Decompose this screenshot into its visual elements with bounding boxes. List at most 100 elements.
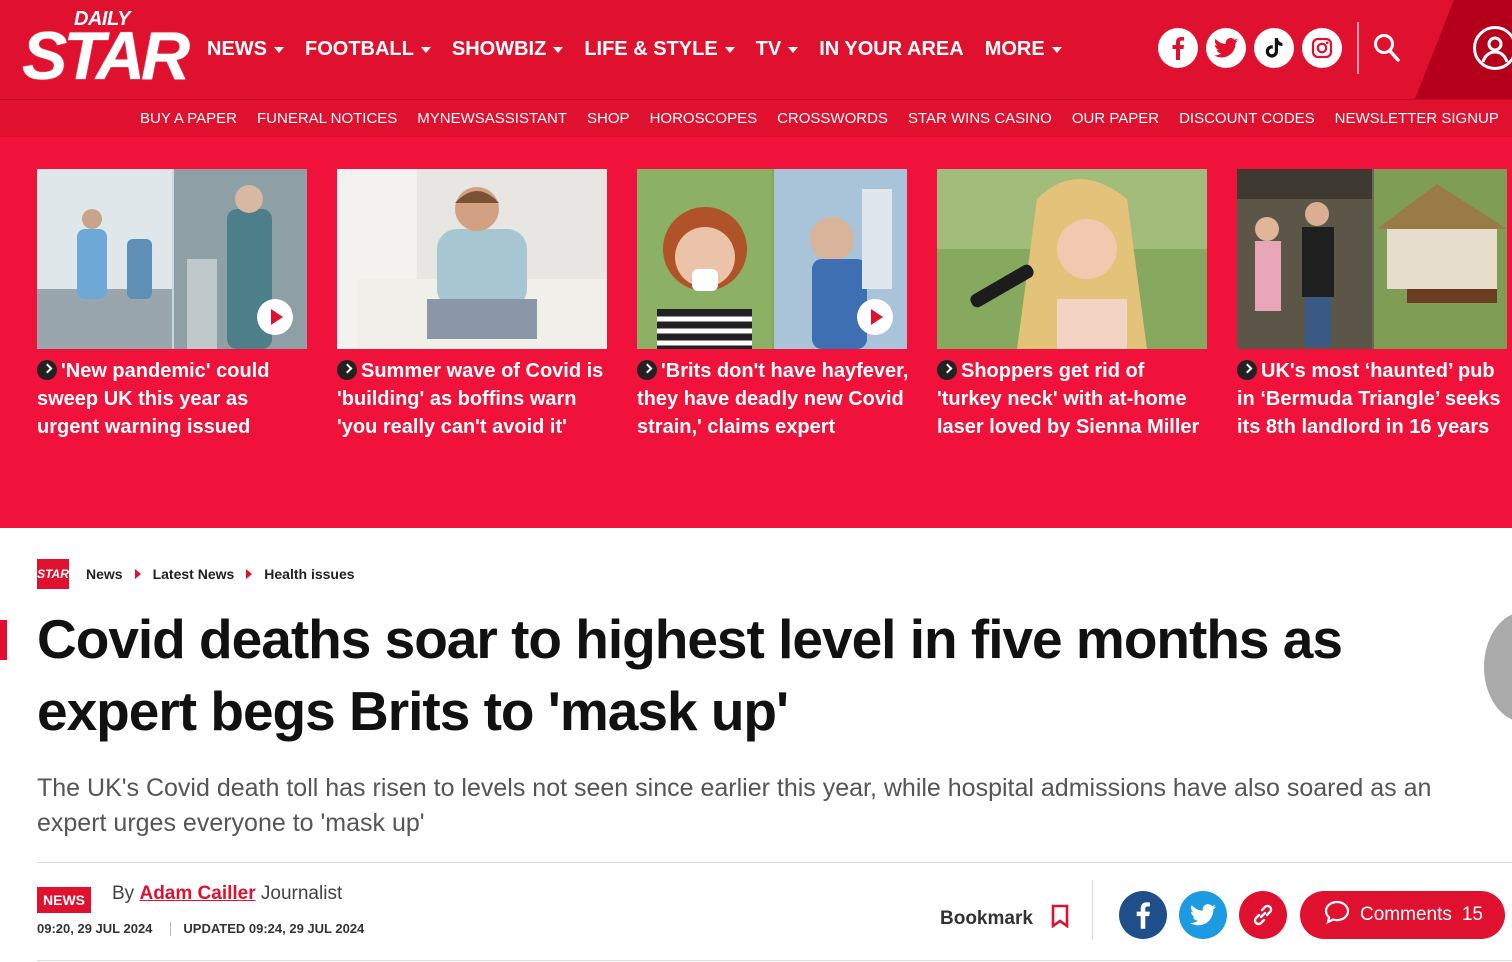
share-twitter-button[interactable] bbox=[1179, 891, 1227, 939]
facebook-icon[interactable] bbox=[1158, 28, 1198, 68]
speech-bubble-icon bbox=[1324, 900, 1350, 930]
author-link[interactable]: Adam Cailler bbox=[139, 883, 255, 904]
nav-item-more[interactable]: MORE bbox=[985, 38, 1062, 61]
chevron-down-icon bbox=[788, 46, 799, 53]
chevron-right-icon bbox=[246, 569, 253, 579]
comments-button[interactable]: Comments 15 bbox=[1300, 891, 1505, 939]
promo-headline[interactable]: UK's most ‘haunted’ pub in ‘Bermuda Tria… bbox=[1237, 357, 1509, 441]
promo-card[interactable]: Summer wave of Covid is 'building' as bo… bbox=[337, 169, 609, 441]
arrow-right-icon bbox=[337, 360, 357, 380]
subnav-item-discount-codes[interactable]: DISCOUNT CODES bbox=[1179, 110, 1315, 127]
chevron-down-icon bbox=[274, 46, 284, 53]
promo-card[interactable]: 'New pandemic' could sweep UK this year … bbox=[37, 169, 309, 441]
breadcrumb-item-latest-news[interactable]: Latest News bbox=[153, 566, 235, 582]
twitter-icon[interactable] bbox=[1206, 28, 1246, 68]
play-icon[interactable] bbox=[257, 299, 293, 335]
page-title: Covid deaths soar to highest level in fi… bbox=[37, 608, 1343, 742]
share-facebook-button[interactable] bbox=[1119, 891, 1167, 939]
nav-item-showbiz[interactable]: SHOWBIZ bbox=[451, 38, 564, 61]
title-accent bbox=[0, 620, 7, 660]
subnav-item-shop[interactable]: SHOP bbox=[587, 110, 630, 127]
nav-label: LIFE & STYLE bbox=[584, 38, 718, 60]
promo-card[interactable]: Shoppers get rid of 'turkey neck' with a… bbox=[937, 169, 1209, 441]
subnav-item-funeral-notices[interactable]: FUNERAL NOTICES bbox=[257, 110, 397, 127]
chevron-down-icon bbox=[1051, 46, 1062, 53]
bookmark-label: Bookmark bbox=[940, 908, 1033, 929]
header-divider bbox=[1357, 22, 1359, 74]
updated-time: UPDATED 09:24, 29 JUL 2024 bbox=[183, 921, 365, 936]
promo-headline-text: Shoppers get rid of 'turkey neck' with a… bbox=[937, 360, 1200, 438]
published-time: 09:20, 29 JUL 2024 bbox=[37, 921, 153, 936]
promo-headline-text: UK's most ‘haunted’ pub in ‘Bermuda Tria… bbox=[1237, 360, 1501, 438]
promo-headline[interactable]: Shoppers get rid of 'turkey neck' with a… bbox=[937, 357, 1209, 441]
breadcrumb-item-health-issues[interactable]: Health issues bbox=[264, 566, 354, 582]
promo-headline-text: Summer wave of Covid is 'building' as bo… bbox=[337, 360, 604, 438]
logo-star-text: STAR bbox=[22, 18, 190, 94]
daily-star-logo[interactable]: DAILY STAR bbox=[22, 6, 190, 94]
nav-label: FOOTBALL bbox=[305, 38, 414, 60]
search-icon[interactable] bbox=[1372, 32, 1402, 64]
bookmark-button[interactable]: Bookmark bbox=[940, 904, 1069, 934]
article-standfirst: The UK's Covid death toll has risen to l… bbox=[37, 774, 1432, 837]
subnav-item-horoscopes[interactable]: HOROSCOPES bbox=[650, 110, 758, 127]
comments-count: 15 bbox=[1461, 904, 1483, 925]
byline: By Adam Cailler Journalist bbox=[112, 883, 342, 905]
subnav-item-buy-a-paper[interactable]: BUY A PAPER bbox=[140, 110, 237, 127]
subnav-item-newsletter-signup[interactable]: NEWSLETTER SIGNUP bbox=[1335, 110, 1499, 127]
promo-headline[interactable]: Summer wave of Covid is 'building' as bo… bbox=[337, 357, 609, 441]
social-links bbox=[1158, 28, 1342, 68]
copy-link-button[interactable] bbox=[1239, 891, 1287, 939]
nav-item-tv[interactable]: TV bbox=[756, 38, 799, 61]
promo-card[interactable]: 'Brits don't have hayfever, they have de… bbox=[637, 169, 909, 441]
instagram-icon[interactable] bbox=[1302, 28, 1342, 68]
author-role: Journalist bbox=[260, 883, 343, 904]
secondary-nav: BUY A PAPER FUNERAL NOTICES MYNEWSASSIST… bbox=[0, 99, 1512, 137]
promo-image[interactable] bbox=[637, 169, 907, 349]
breadcrumb: STAR News Latest News Health issues bbox=[37, 559, 355, 589]
chevron-down-icon bbox=[724, 46, 735, 53]
twitter-icon bbox=[1190, 904, 1216, 926]
play-icon[interactable] bbox=[857, 299, 893, 335]
promo-headline-text: 'New pandemic' could sweep UK this year … bbox=[37, 360, 270, 438]
facebook-icon bbox=[1136, 902, 1150, 929]
arrow-right-icon bbox=[637, 360, 657, 380]
link-icon bbox=[1253, 904, 1273, 926]
promo-headline[interactable]: 'Brits don't have hayfever, they have de… bbox=[637, 357, 909, 441]
promo-image[interactable] bbox=[37, 169, 307, 349]
promo-card[interactable]: UK's most ‘haunted’ pub in ‘Bermuda Tria… bbox=[1237, 169, 1509, 441]
nav-label: TV bbox=[755, 38, 782, 60]
nav-label: IN YOUR AREA bbox=[819, 38, 964, 60]
subnav-item-mynewsassistant[interactable]: MYNEWSASSISTANT bbox=[417, 110, 567, 127]
nav-label: SHOWBIZ bbox=[451, 38, 547, 60]
breadcrumb-item-news[interactable]: News bbox=[86, 566, 123, 582]
byline-prefix: By bbox=[112, 883, 135, 904]
tiktok-icon[interactable] bbox=[1254, 28, 1294, 68]
account-icon[interactable] bbox=[1473, 26, 1512, 70]
nav-label: NEWS bbox=[207, 38, 267, 60]
promo-image[interactable] bbox=[1237, 169, 1507, 349]
arrow-right-icon bbox=[37, 360, 57, 380]
nav-item-football[interactable]: FOOTBALL bbox=[305, 38, 431, 61]
main-nav: NEWS FOOTBALL SHOWBIZ LIFE & STYLE TV IN… bbox=[207, 38, 1083, 61]
divider bbox=[37, 960, 1512, 961]
promo-image[interactable] bbox=[337, 169, 607, 349]
nav-item-life-style[interactable]: LIFE & STYLE bbox=[584, 38, 735, 61]
nav-item-in-your-area[interactable]: IN YOUR AREA bbox=[819, 38, 963, 61]
subnav-item-our-paper[interactable]: OUR PAPER bbox=[1072, 110, 1159, 127]
promo-strip: 'New pandemic' could sweep UK this year … bbox=[0, 137, 1512, 628]
article-dates: 09:20, 29 JUL 2024 UPDATED 09:24, 29 JUL… bbox=[37, 921, 364, 936]
divider bbox=[1092, 880, 1093, 940]
promo-image[interactable] bbox=[937, 169, 1207, 349]
subnav-item-crosswords[interactable]: CROSSWORDS bbox=[777, 110, 888, 127]
chevron-down-icon bbox=[553, 46, 564, 53]
nav-item-news[interactable]: NEWS bbox=[207, 38, 284, 61]
promo-headline[interactable]: 'New pandemic' could sweep UK this year … bbox=[37, 357, 309, 441]
category-badge[interactable]: NEWS bbox=[37, 887, 91, 913]
chevron-down-icon bbox=[420, 46, 431, 53]
breadcrumb-logo[interactable]: STAR bbox=[37, 559, 69, 589]
top-header: DAILY STAR NEWS FOOTBALL SHOWBIZ LIFE & … bbox=[0, 0, 1512, 99]
promo-headline-text: 'Brits don't have hayfever, they have de… bbox=[637, 360, 909, 438]
subnav-item-star-wins-casino[interactable]: STAR WINS CASINO bbox=[908, 110, 1052, 127]
date-separator bbox=[170, 921, 172, 936]
chevron-right-icon bbox=[134, 569, 141, 579]
